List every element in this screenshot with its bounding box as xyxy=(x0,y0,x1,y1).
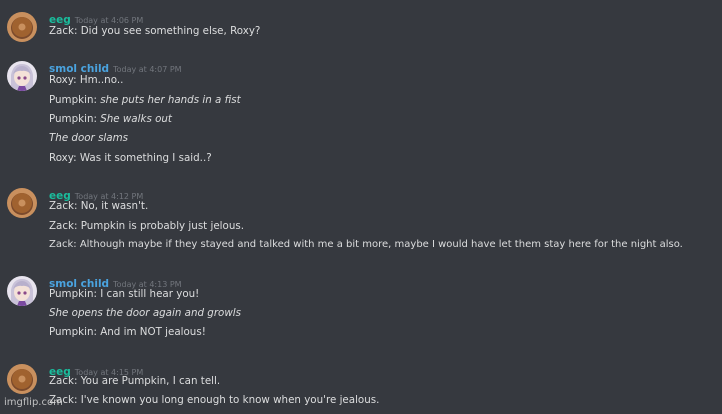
message-text: Although maybe if they stayed and talked… xyxy=(79,239,683,250)
speaker-label: Pumpkin: xyxy=(49,94,101,106)
message-text-action: she puts her hands in a fist xyxy=(100,94,241,106)
speaker-label: Roxy: xyxy=(49,152,80,164)
speaker-label: Roxy: xyxy=(49,74,80,86)
message-group-1: eeg Today at 4:06 PM Zack: Did you see so… xyxy=(0,8,722,44)
message-line: She opens the door again and growls xyxy=(49,307,241,319)
message-text-action: The door slams xyxy=(49,132,128,144)
anime-girl-avatar-icon[interactable] xyxy=(7,61,37,91)
message-text: I can still hear you! xyxy=(100,288,200,300)
anime-girl-avatar-icon[interactable] xyxy=(7,276,37,306)
chat-log: eeg Today at 4:06 PM Zack: Did you see so… xyxy=(0,0,722,414)
speaker-label: Zack: xyxy=(49,25,81,37)
message-text: No, it wasn't. xyxy=(80,200,149,212)
message-group-3: eeg Today at 4:12 PM Zack: No, it wasn't.… xyxy=(0,184,722,256)
message-line: Zack: No, it wasn't. xyxy=(49,200,148,212)
speaker-label: Pumpkin: xyxy=(49,326,101,338)
message-text: You are Pumpkin, I can tell. xyxy=(80,375,221,387)
message-line: Pumpkin: And im NOT jealous! xyxy=(49,326,206,338)
message-line: Pumpkin: I can still hear you! xyxy=(49,288,199,300)
message-line: Zack: I've known you long enough to know… xyxy=(49,394,379,406)
message-group-5: eeg Today at 4:15 PM Zack: You are Pumpki… xyxy=(0,360,722,412)
message-line: Pumpkin: She walks out xyxy=(49,113,172,125)
message-timestamp: Today at 4:07 PM xyxy=(113,65,182,74)
speaker-label: Zack: xyxy=(49,375,81,387)
message-text-action: She walks out xyxy=(100,113,172,125)
donut-avatar-icon[interactable] xyxy=(7,188,37,218)
message-line: Roxy: Hm..no.. xyxy=(49,74,123,86)
message-line: Zack: Did you see something else, Roxy? xyxy=(49,25,260,37)
message-line: Zack: You are Pumpkin, I can tell. xyxy=(49,375,220,387)
speaker-label: Zack: xyxy=(49,239,80,250)
speaker-label: Pumpkin: xyxy=(49,113,101,125)
speaker-label: Pumpkin: xyxy=(49,288,101,300)
message-text: Did you see something else, Roxy? xyxy=(80,25,261,37)
message-line: Zack: Although maybe if they stayed and … xyxy=(49,239,683,250)
message-line: Zack: Pumpkin is probably just jelous. xyxy=(49,220,244,232)
imgflip-watermark: imgflip.com xyxy=(4,397,63,408)
message-line: Roxy: Was it something I said..? xyxy=(49,152,212,164)
donut-avatar-icon[interactable] xyxy=(7,12,37,42)
message-group-4: smol child Today at 4:13 PM Pumpkin: I ca… xyxy=(0,272,722,342)
message-group-2: smol child Today at 4:07 PM Roxy: Hm..no.… xyxy=(0,57,722,167)
speaker-label: Zack: xyxy=(49,200,81,212)
message-line: Pumpkin: she puts her hands in a fist xyxy=(49,94,241,106)
donut-avatar-icon[interactable] xyxy=(7,364,37,394)
message-text: Was it something I said..? xyxy=(79,152,212,164)
message-text-action: She opens the door again and growls xyxy=(49,307,241,319)
message-text: Hm..no.. xyxy=(79,74,124,86)
message-text: And im NOT jealous! xyxy=(100,326,206,338)
message-line: The door slams xyxy=(49,132,128,144)
message-timestamp: Today at 4:06 PM xyxy=(74,16,144,25)
speaker-label: Zack: xyxy=(49,220,81,232)
message-text: Pumpkin is probably just jelous. xyxy=(80,220,245,232)
message-text: I've known you long enough to know when … xyxy=(80,394,380,406)
